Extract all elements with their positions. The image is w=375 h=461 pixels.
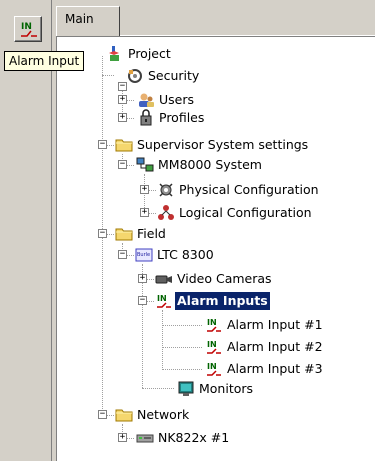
tree-view[interactable]: − − + + − + + − − + − − + Project Securi… (56, 36, 375, 461)
tree-label: Supervisor System settings (137, 137, 309, 152)
svg-text:Burle: Burle (137, 252, 150, 258)
tree-label: Alarm Input #3 (227, 361, 323, 376)
tree-label: Alarm Input #1 (227, 317, 323, 332)
project-icon (109, 46, 119, 61)
collapse-field-toggle[interactable]: − (98, 229, 107, 238)
tree-label: Security (148, 68, 200, 83)
folder-icon (115, 406, 133, 424)
collapse-alarm-inputs-toggle[interactable]: − (138, 296, 147, 305)
alarm-input-icon (205, 316, 223, 334)
svg-text:IN: IN (21, 22, 32, 32)
tree-label: LTC 8300 (157, 247, 214, 262)
tooltip: Alarm Input (4, 51, 85, 71)
expand-physical-toggle[interactable]: + (140, 185, 149, 194)
expand-users-toggle[interactable]: + (118, 95, 127, 104)
collapse-security-toggle[interactable]: − (118, 82, 127, 91)
tree-label: Network (137, 407, 190, 422)
users-icon (139, 93, 154, 107)
alarm-input-icon (205, 338, 223, 356)
logical-configuration-icon (158, 205, 174, 220)
system-network-icon (136, 157, 154, 172)
tree-label: Monitors (199, 381, 254, 396)
tree-label: Users (159, 92, 195, 107)
tree-label: Field (137, 226, 166, 241)
monitor-icon (178, 381, 194, 396)
tree-label-selected: Alarm Inputs (175, 292, 270, 310)
network-device-icon (136, 434, 154, 443)
folder-icon (115, 225, 133, 243)
expand-nk822-toggle[interactable]: + (118, 433, 127, 442)
tree-label: MM8000 System (158, 157, 262, 172)
alarm-input-icon (155, 292, 173, 310)
tree-label: Physical Configuration (179, 182, 319, 197)
folder-icon (115, 136, 133, 154)
expand-video-cameras-toggle[interactable]: + (138, 274, 147, 283)
tree-label: Video Cameras (177, 271, 272, 286)
tree-label: Profiles (159, 110, 205, 125)
tree-label: Logical Configuration (179, 205, 312, 220)
collapse-ltc-toggle[interactable]: − (118, 250, 127, 259)
ltc-device-icon: Burle (135, 248, 153, 262)
profiles-icon (140, 109, 152, 126)
alarm-input-icon (205, 360, 223, 378)
tab-main[interactable]: Main (56, 6, 120, 36)
expand-logical-toggle[interactable]: + (140, 208, 149, 217)
tree-label: Project (128, 46, 171, 61)
tree-label: NK822x #1 (158, 430, 230, 445)
security-icon (128, 69, 142, 83)
tree-label: Alarm Input #2 (227, 339, 323, 354)
expand-profiles-toggle[interactable]: + (118, 113, 127, 122)
alarm-input-tool-button[interactable]: IN (14, 16, 42, 42)
video-camera-icon (155, 275, 172, 284)
collapse-supervisor-toggle[interactable]: − (98, 140, 107, 149)
physical-configuration-icon (159, 183, 173, 197)
alarm-input-icon: IN (21, 22, 37, 37)
collapse-mm8000-toggle[interactable]: − (118, 160, 127, 169)
collapse-network-toggle[interactable]: − (98, 410, 107, 419)
